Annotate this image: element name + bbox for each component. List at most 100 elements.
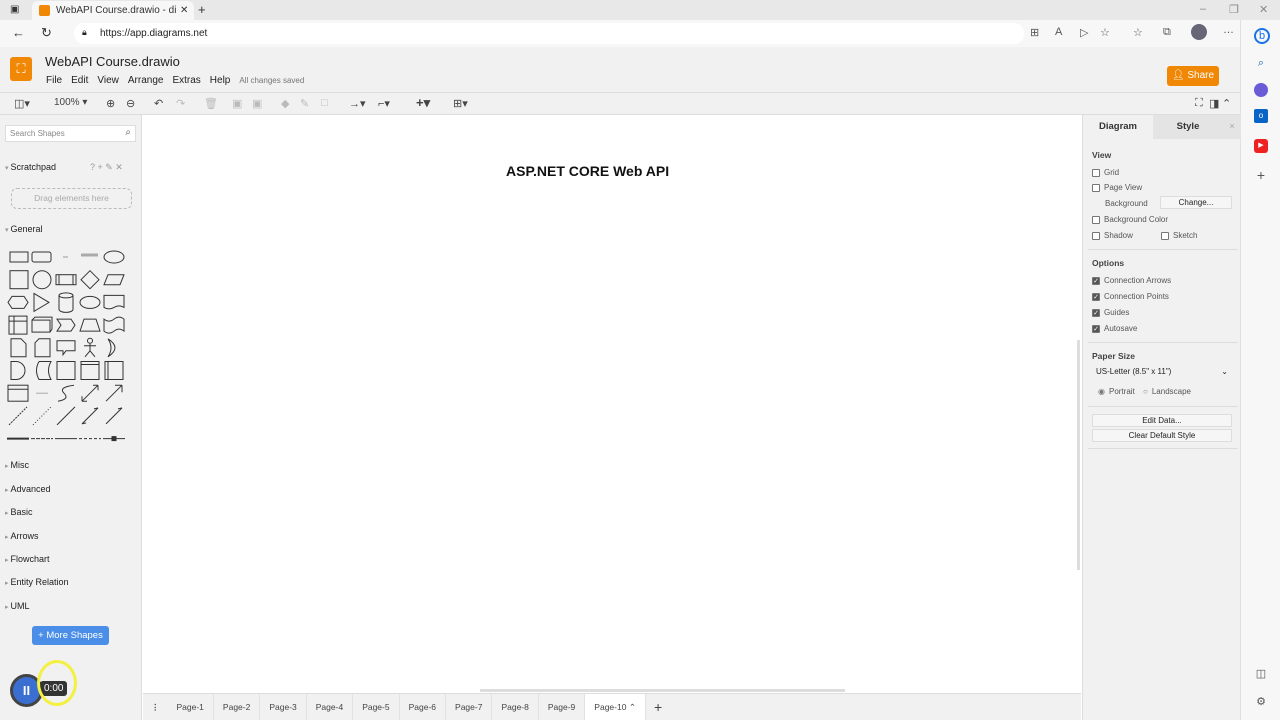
url-input[interactable]: 🔒︎ https://app.diagrams.net — [74, 23, 1024, 44]
collapse-icon[interactable]: ⌃ — [1222, 97, 1231, 110]
shadow-icon[interactable]: □ — [321, 97, 328, 109]
line-shape[interactable] — [56, 406, 76, 426]
swimlane-shape[interactable] — [80, 361, 100, 380]
frame-shape[interactable] — [104, 361, 124, 380]
insert-icon[interactable]: +▾ — [416, 95, 430, 111]
fullscreen-icon[interactable]: ⛶ — [1195, 97, 1203, 110]
menu-extras[interactable]: Extras — [172, 75, 200, 86]
apps-icon[interactable]: ⊞ — [1030, 26, 1039, 39]
tab-diagram[interactable]: Diagram — [1083, 115, 1153, 139]
favorite-icon[interactable]: ☆ — [1100, 26, 1110, 39]
cube-shape[interactable] — [31, 316, 53, 333]
association-shape[interactable] — [103, 436, 125, 442]
zoom-in-icon[interactable]: ⊕ — [106, 97, 115, 110]
edit-data-button[interactable]: Edit Data... — [1092, 414, 1232, 427]
ellipse-shape[interactable] — [103, 250, 125, 264]
autosave-checkbox[interactable]: ✓ Autosave — [1092, 324, 1137, 333]
undo-icon[interactable]: ↶ — [154, 97, 163, 110]
section-uml[interactable]: UML — [5, 601, 29, 611]
document-shape[interactable] — [103, 294, 125, 310]
page-tab[interactable]: Page-6 — [400, 694, 447, 720]
page-tab[interactable]: Page-4 — [307, 694, 354, 720]
page-tab-active[interactable]: Page-10 ⌃ — [585, 694, 646, 720]
read-aloud-icon[interactable]: A — [1055, 26, 1062, 38]
internal-storage-shape[interactable] — [8, 315, 28, 335]
circle-shape[interactable] — [32, 270, 52, 290]
line-color-icon[interactable]: ✎ — [300, 97, 309, 110]
tape-shape[interactable] — [103, 316, 125, 334]
section-arrows[interactable]: Arrows — [5, 531, 38, 541]
change-background-button[interactable]: Change... — [1160, 196, 1232, 209]
page-tab[interactable]: Page-3 — [260, 694, 307, 720]
new-tab-icon[interactable]: + — [198, 2, 206, 17]
more-shapes-button[interactable]: + More Shapes — [32, 626, 109, 645]
collections-icon[interactable]: ⧉ — [1163, 26, 1171, 39]
rect-shape[interactable] — [9, 251, 29, 263]
bidirectional-arrow-shape[interactable] — [81, 384, 99, 402]
section-advanced[interactable]: Advanced — [5, 484, 50, 494]
zoom-out-icon[interactable]: ⊖ — [126, 97, 135, 110]
cylinder-shape[interactable] — [58, 292, 74, 313]
square-shape[interactable] — [9, 270, 29, 290]
waypoints-icon[interactable]: ⌐▾ — [378, 97, 390, 110]
avatar[interactable] — [1191, 24, 1207, 40]
fill-color-icon[interactable]: ◆ — [281, 97, 289, 110]
background-color-checkbox[interactable]: Background Color — [1092, 215, 1168, 224]
browser-tab[interactable]: WebAPI Course.drawio - diagrams ✕ — [32, 1, 194, 20]
page-tab[interactable]: Page-5 — [353, 694, 400, 720]
page-tab[interactable]: Page-9 — [539, 694, 586, 720]
chevron-up-icon[interactable]: ⌃ — [629, 702, 636, 712]
section-entity-relation[interactable]: Entity Relation — [5, 577, 68, 587]
settings-icon[interactable]: ⚙ — [1254, 695, 1268, 709]
minimize-icon[interactable]: – — [1200, 3, 1206, 15]
trapezoid-shape[interactable] — [79, 318, 101, 332]
diamond-shape[interactable] — [80, 269, 100, 290]
actor-shape[interactable] — [84, 337, 96, 358]
horizontal-scrollbar[interactable] — [480, 689, 845, 692]
menu-view[interactable]: View — [97, 75, 119, 86]
immersive-reader-icon[interactable]: ▷ — [1080, 26, 1088, 39]
search-icon[interactable]: ⌕ — [1254, 56, 1268, 70]
dotted-line-shape[interactable] — [32, 406, 52, 426]
rounded-rect-shape[interactable] — [31, 251, 52, 263]
more-icon[interactable]: … — [1223, 24, 1234, 36]
scratchpad-dropzone[interactable]: Drag elements here — [11, 188, 132, 209]
general-header[interactable]: General — [5, 224, 42, 234]
stored-data-shape[interactable] — [36, 361, 52, 380]
delete-icon[interactable]: 🗑︎ — [204, 97, 218, 110]
pages-menu-icon[interactable]: ⋮ — [143, 702, 168, 713]
diagram-heading-text[interactable]: ASP.NET CORE Web API — [506, 163, 669, 179]
back-icon[interactable]: ← — [12, 25, 25, 40]
callout-shape[interactable] — [56, 340, 76, 357]
note-shape[interactable] — [10, 338, 27, 358]
connection-arrows-checkbox[interactable]: ✓ Connection Arrows — [1092, 276, 1171, 285]
section-basic[interactable]: Basic — [5, 507, 32, 517]
toggle-panel-icon[interactable]: ◨ — [1209, 97, 1219, 110]
parallelogram-shape[interactable] — [103, 274, 125, 286]
tab-style[interactable]: Style — [1153, 115, 1223, 139]
to-back-icon[interactable]: ▣ — [252, 97, 262, 110]
scratchpad-header[interactable]: Scratchpad — [5, 162, 56, 172]
bidirectional-connector-shape[interactable] — [81, 407, 99, 425]
connection-icon[interactable]: →▾ — [349, 97, 366, 110]
close-window-icon[interactable]: ✕ — [1259, 3, 1268, 16]
delay-shape[interactable] — [10, 361, 26, 380]
portrait-radio[interactable]: ◉ Portrait — [1098, 387, 1135, 396]
to-front-icon[interactable]: ▣ — [232, 97, 242, 110]
connection-points-checkbox[interactable]: ✓ Connection Points — [1092, 292, 1169, 301]
outlook-icon[interactable]: o — [1254, 109, 1268, 123]
paper-size-select[interactable]: US-Letter (8.5" x 11") ⌄ — [1092, 365, 1232, 378]
format-panel-icon[interactable]: ◫▾ — [14, 97, 30, 110]
youtube-icon[interactable]: ▶ — [1254, 139, 1268, 153]
add-icon[interactable]: + — [1254, 168, 1268, 182]
section-flowchart[interactable]: Flowchart — [5, 554, 49, 564]
hexagon-shape[interactable] — [7, 295, 29, 309]
add-page-icon[interactable]: + — [646, 699, 670, 715]
step-shape[interactable] — [56, 318, 76, 332]
list-shape[interactable] — [7, 384, 29, 402]
dashed-line-shape[interactable] — [8, 406, 28, 426]
or-shape[interactable] — [107, 338, 116, 358]
restore-icon[interactable]: ❐ — [1229, 3, 1239, 16]
search-icon[interactable]: ⌕ — [125, 127, 131, 138]
share-button[interactable]: 👤︎ Share — [1167, 66, 1219, 86]
